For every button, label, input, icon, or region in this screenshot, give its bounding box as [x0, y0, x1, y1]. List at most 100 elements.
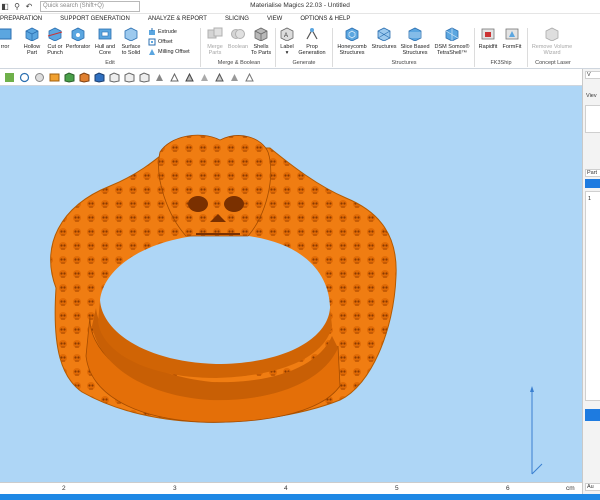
hollow-part-icon	[25, 27, 39, 42]
surface-solid-label: Surface to Solid	[121, 44, 141, 56]
select-mode-icon[interactable]	[4, 72, 15, 83]
ribbon-separator	[474, 28, 475, 67]
remove-volume-label: Remove Volume Wizard	[531, 44, 573, 56]
ring-model[interactable]	[0, 86, 582, 482]
structures-label: Structures	[371, 44, 397, 50]
prop-generation-button[interactable]: Prop Generation	[298, 27, 326, 56]
save-icon[interactable]: ◧	[0, 1, 10, 12]
shells-to-parts-button[interactable]: Shells To Parts	[250, 27, 272, 56]
tetrashell-icon	[445, 27, 459, 42]
axis-y	[531, 463, 543, 475]
measure-icon[interactable]	[214, 72, 225, 83]
boolean-label: Boolean	[227, 44, 249, 50]
merge-parts-button[interactable]: Merge Parts	[204, 27, 226, 56]
extrude-icon	[149, 28, 155, 35]
milling-offset-icon	[149, 49, 155, 55]
section-view-icon[interactable]	[199, 72, 210, 83]
ribbon-tabs: PREPARATION SUPPORT GENERATION ANALYZE &…	[0, 14, 600, 25]
label-button[interactable]: A Label ▾	[278, 27, 296, 56]
panel-part-toolbar[interactable]	[585, 179, 600, 188]
ribbon-separator	[275, 28, 276, 67]
view-right-icon[interactable]	[94, 71, 105, 83]
offset-button[interactable]: Offset	[148, 38, 173, 46]
right-panel: V Viev Part 1 Au	[582, 69, 600, 494]
view-bottom-icon[interactable]	[124, 71, 135, 83]
rapidfit-icon	[481, 28, 495, 40]
panel-view-header[interactable]: V	[585, 71, 600, 79]
mirror-button[interactable]: rror	[0, 27, 12, 50]
extrude-label: Extrude	[158, 29, 177, 35]
tab-preparation[interactable]: PREPARATION	[0, 14, 51, 25]
ruler-tick: 3	[173, 485, 177, 492]
view-iso-icon[interactable]	[139, 71, 150, 83]
tab-options-help[interactable]: OPTIONS & HELP	[291, 14, 359, 25]
hollow-part-button[interactable]: Hollow Part	[22, 27, 42, 56]
view-front-icon[interactable]	[49, 72, 60, 83]
ruler-tick: 6	[506, 485, 510, 492]
wireframe-view-icon[interactable]	[169, 72, 180, 83]
triangle-view-icon[interactable]	[184, 72, 195, 83]
mirror-label: rror	[0, 44, 10, 50]
tab-view[interactable]: VIEW	[258, 14, 291, 25]
undo-icon[interactable]: ↶	[24, 1, 34, 12]
group-label-edit: Edit	[105, 60, 115, 66]
group-label-concept: Concept Laser	[535, 60, 571, 66]
panel-part-list-tab[interactable]: Part	[585, 169, 600, 177]
view-back-icon[interactable]	[64, 71, 75, 83]
view-left-icon[interactable]	[79, 71, 90, 83]
slice-based-structures-button[interactable]: Slice Based Structures	[400, 27, 430, 56]
title-bar: ◧ ⚲ ↶ Quick search (Shift+Q) Materialise…	[0, 0, 600, 14]
reset-view-icon[interactable]	[229, 72, 240, 83]
extrude-button[interactable]: Extrude	[148, 28, 177, 36]
label-icon: A	[280, 27, 294, 42]
shells-to-parts-label: Shells To Parts	[250, 44, 272, 56]
slice-structures-label: Slice Based Structures	[400, 44, 430, 56]
panel-part-list[interactable]: 1	[585, 191, 600, 401]
slice-structures-icon	[408, 27, 422, 42]
group-label-structures: Structures	[391, 60, 417, 66]
ruler-tick: 2	[62, 485, 66, 492]
offset-label: Offset	[158, 39, 173, 45]
label-label: Label ▾	[280, 44, 294, 56]
quick-access-toolbar: ◧ ⚲ ↶	[0, 1, 34, 12]
search-input[interactable]: Quick search (Shift+Q)	[40, 1, 140, 12]
tab-support-generation[interactable]: SUPPORT GENERATION	[51, 14, 139, 25]
part-list-item[interactable]: 1	[588, 196, 591, 202]
milling-offset-label: Milling Offset	[158, 49, 190, 55]
tab-analyze-report[interactable]: ANALYZE & REPORT	[139, 14, 216, 25]
rapidfit-label: Rapidfit	[478, 44, 498, 50]
honeycomb-icon	[345, 27, 359, 42]
ribbon-separator	[200, 28, 201, 67]
remove-volume-icon	[545, 27, 559, 42]
3d-viewport[interactable]	[0, 86, 582, 482]
structures-button[interactable]: Structures	[370, 27, 398, 50]
status-bar	[0, 494, 600, 500]
perforator-button[interactable]: Perforator	[65, 27, 91, 50]
ruler-tick: 5	[395, 485, 399, 492]
panel-view-icons[interactable]	[585, 105, 600, 133]
remove-volume-wizard-button[interactable]: Remove Volume Wizard	[530, 27, 574, 56]
tetrashell-label: DSM Somos® TetraShell™	[434, 44, 470, 56]
rapidfit-button[interactable]: Rapidfit	[477, 27, 499, 50]
view-top-icon[interactable]	[109, 71, 120, 83]
settings-view-icon[interactable]	[244, 72, 255, 83]
shaded-view-icon[interactable]	[154, 72, 165, 83]
cut-punch-button[interactable]: Cut or Punch	[45, 27, 65, 56]
boolean-button[interactable]: Boolean	[227, 27, 249, 50]
milling-offset-button[interactable]: Milling Offset	[148, 48, 190, 56]
merge-parts-icon	[207, 27, 223, 39]
dsm-tetrashell-button[interactable]: DSM Somos® TetraShell™	[432, 27, 472, 56]
magnify-icon[interactable]: ⚲	[12, 1, 22, 12]
honeycomb-structures-button[interactable]: Honeycomb Structures	[336, 27, 368, 56]
hull-core-button[interactable]: Hull and Core	[94, 27, 116, 56]
tab-slicing[interactable]: SLICING	[216, 14, 258, 25]
rotate-view-icon[interactable]	[19, 72, 30, 83]
group-label-generate: Generate	[292, 60, 316, 66]
formfit-button[interactable]: FormFit	[501, 27, 523, 50]
panel-properties-toolbar[interactable]	[585, 409, 600, 421]
panel-auto-field[interactable]: Au	[585, 483, 600, 491]
zoom-icon[interactable]	[34, 72, 45, 83]
cut-punch-label: Cut or Punch	[47, 44, 63, 56]
surface-solid-button[interactable]: Surface to Solid	[119, 27, 143, 56]
panel-part-label: Part	[587, 170, 598, 176]
